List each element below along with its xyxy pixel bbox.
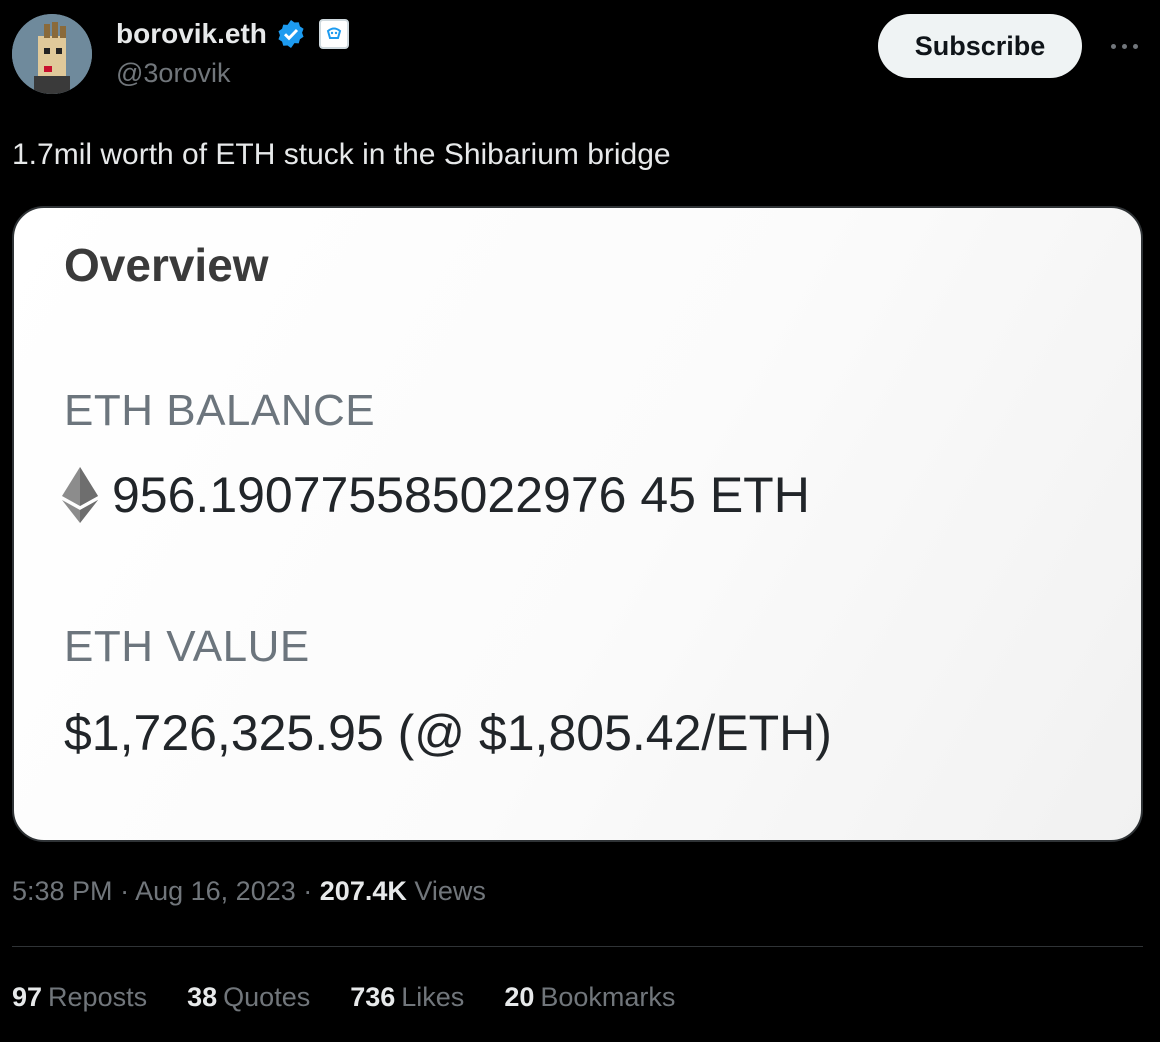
eth-balance-value: 956.190775585022976 45 ETH	[112, 467, 810, 523]
more-options-icon[interactable]	[1104, 28, 1144, 64]
tweet-media-image[interactable]: Overview ETH BALANCE 956.190775585022976…	[12, 206, 1143, 842]
likes-label: Likes	[401, 982, 465, 1012]
divider	[12, 946, 1143, 947]
reposts-count: 97	[12, 982, 43, 1012]
engagement-stats: 97 Reposts 38 Quotes 736 Likes 20 Bookmarks	[12, 982, 715, 1013]
tweet-text: 1.7mil worth of ETH stuck in the Shibari…	[12, 138, 671, 171]
views-count: 207.4K	[319, 876, 407, 906]
views-label: Views	[414, 876, 486, 906]
affiliation-badge-icon[interactable]	[318, 19, 349, 49]
bookmarks-label: Bookmarks	[540, 982, 676, 1012]
author-display-name[interactable]: borovik.eth	[116, 18, 267, 50]
eth-value-amount: $1,726,325.95 (@ $1,805.42/ETH)	[64, 705, 832, 761]
bookmarks-count: 20	[504, 982, 535, 1012]
eth-value-label: ETH VALUE	[64, 622, 310, 671]
bookmarks-stat[interactable]: 20 Bookmarks	[504, 982, 675, 1013]
eth-balance-row: 956.190775585022976 45 ETH	[62, 466, 810, 524]
verified-badge-icon[interactable]	[275, 18, 307, 50]
ethereum-icon	[62, 467, 98, 523]
punk-avatar-icon[interactable]	[12, 14, 92, 94]
subscribe-button[interactable]: Subscribe	[878, 14, 1082, 78]
author-name[interactable]: borovik.eth	[116, 18, 349, 50]
reposts-stat[interactable]: 97 Reposts	[12, 982, 147, 1013]
author-handle[interactable]: @3orovik	[116, 58, 230, 89]
quotes-label: Quotes	[223, 982, 311, 1012]
tweet-date[interactable]: Aug 16, 2023	[135, 876, 296, 906]
meta-separator: ·	[120, 876, 130, 906]
quotes-stat[interactable]: 38 Quotes	[187, 982, 310, 1013]
likes-stat[interactable]: 736 Likes	[350, 982, 464, 1013]
likes-count: 736	[350, 982, 396, 1012]
overview-title: Overview	[64, 239, 269, 291]
meta-separator: ·	[303, 876, 313, 906]
quotes-count: 38	[187, 982, 218, 1012]
tweet-time[interactable]: 5:38 PM	[12, 876, 113, 906]
tweet: borovik.eth @3orovik Subscribe 1.7mil wo…	[0, 0, 1160, 1042]
eth-balance-label: ETH BALANCE	[64, 386, 376, 435]
reposts-label: Reposts	[48, 982, 148, 1012]
tweet-meta: 5:38 PM · Aug 16, 2023 · 207.4K Views	[12, 876, 486, 907]
